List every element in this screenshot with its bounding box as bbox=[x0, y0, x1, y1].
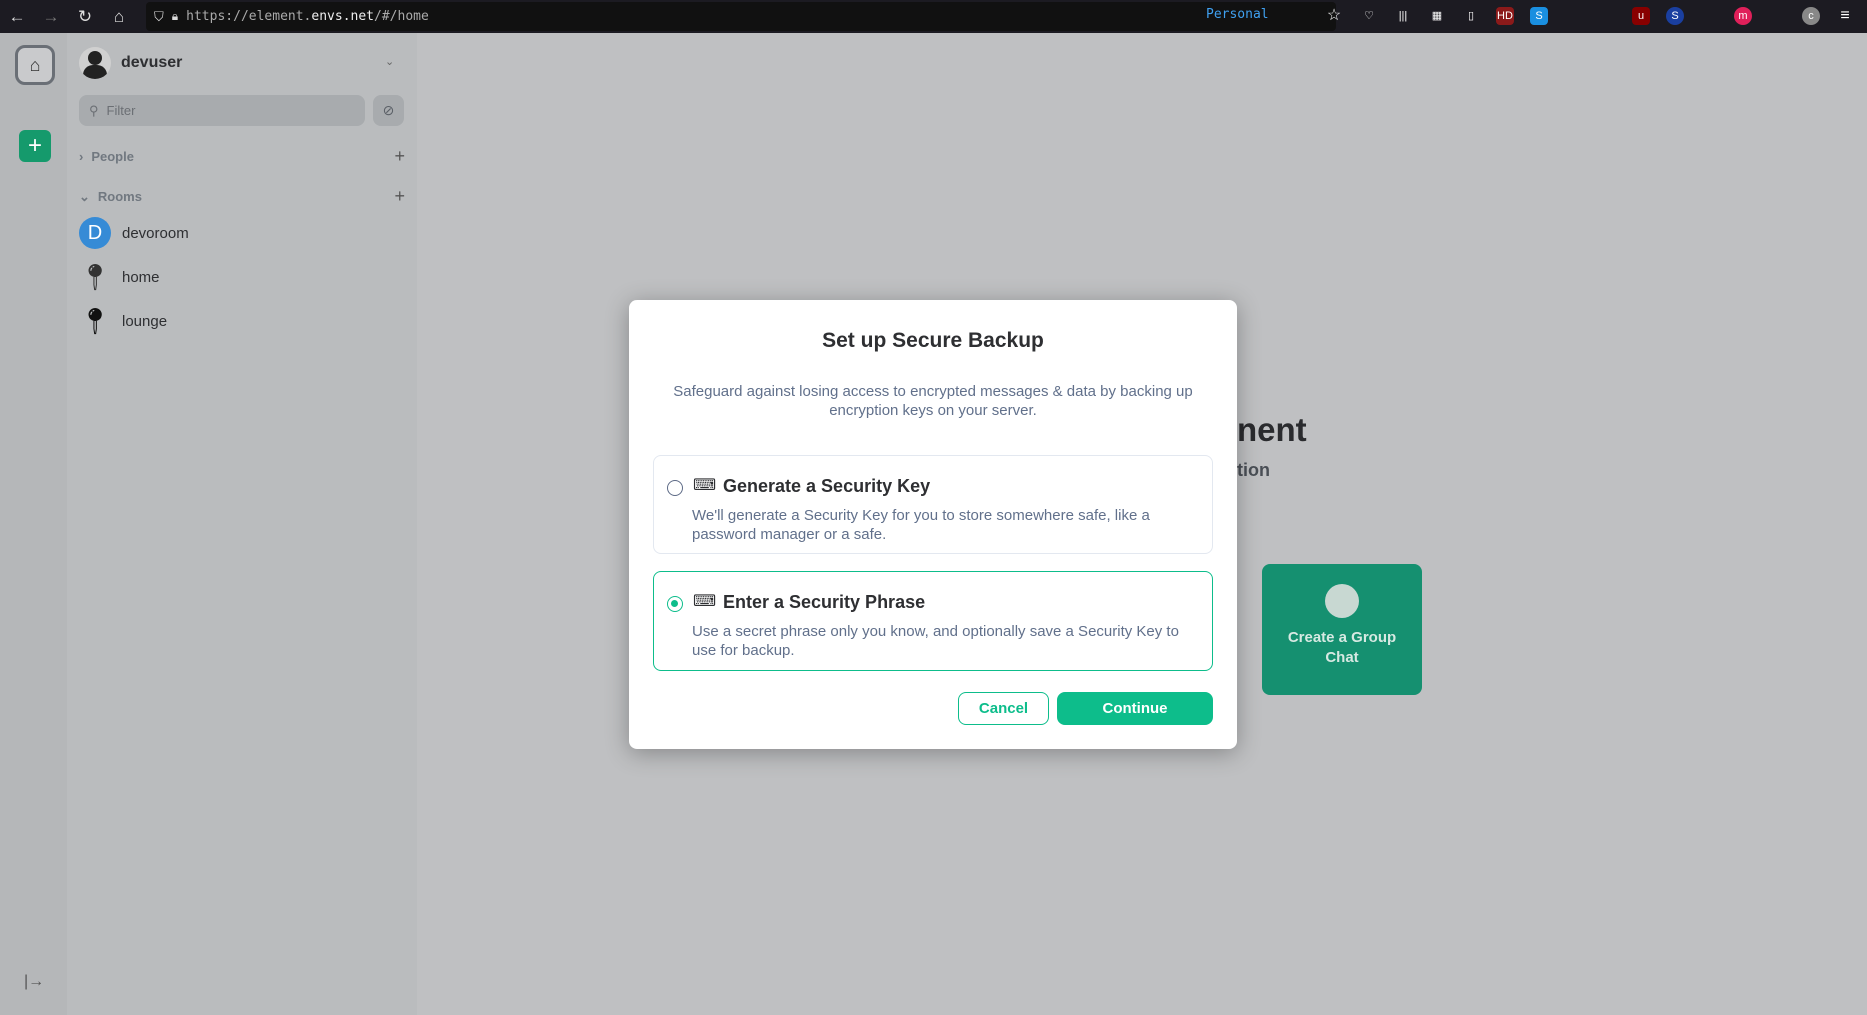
dialog-description: Safeguard against losing access to encry… bbox=[673, 383, 1193, 419]
hd-extension-icon[interactable]: HD bbox=[1496, 7, 1514, 25]
filter-placeholder: Filter bbox=[106, 103, 136, 118]
option-title: Generate a Security Key bbox=[723, 476, 931, 496]
room-name: lounge bbox=[122, 312, 168, 330]
room-avatar: D bbox=[79, 217, 111, 249]
user-name: devuser bbox=[121, 54, 183, 71]
url-bar[interactable]: ⛉ 🔒︎ https://element.envs.net/#/home bbox=[146, 2, 1336, 31]
rooms-section[interactable]: ⌄ Rooms + bbox=[79, 186, 405, 207]
option-security-phrase[interactable]: ⌨ Enter a Security Phrase Use a secret p… bbox=[653, 571, 1213, 671]
secure-backup-dialog: Set up Secure Backup Safeguard against l… bbox=[629, 300, 1237, 749]
account-icon[interactable]: c bbox=[1802, 7, 1820, 25]
s2-extension-icon[interactable]: S bbox=[1666, 7, 1684, 25]
filter-input[interactable]: ⚲ Filter bbox=[79, 95, 365, 126]
url-prefix: https://element. bbox=[186, 9, 312, 24]
group-icon bbox=[1325, 584, 1359, 618]
lock-icon[interactable]: 🔒︎ bbox=[172, 9, 178, 24]
ublock-icon[interactable]: u bbox=[1632, 7, 1650, 25]
people-section[interactable]: › People + bbox=[79, 146, 405, 167]
room-list-panel: devuser ⌄ ⚲ Filter ⊘ › People + ⌄ Rooms … bbox=[67, 33, 417, 1015]
home-space-button[interactable]: ⌂ bbox=[15, 45, 55, 85]
home-icon[interactable]: ⌂ bbox=[102, 7, 136, 27]
map-pin-icon: 📍︎ bbox=[78, 305, 112, 336]
pocket-icon[interactable]: ♡ bbox=[1360, 7, 1378, 25]
url-text[interactable]: https://element.envs.net/#/home bbox=[186, 9, 429, 24]
user-menu[interactable]: devuser bbox=[79, 47, 182, 79]
search-icon: ⚲ bbox=[89, 102, 99, 118]
welcome-subtitle: tion bbox=[1237, 460, 1270, 480]
option-description: We'll generate a Security Key for you to… bbox=[692, 507, 1150, 543]
forward-icon[interactable]: → bbox=[34, 7, 68, 27]
room-name: home bbox=[122, 268, 160, 286]
radio-security-phrase[interactable] bbox=[667, 596, 683, 612]
add-room-button[interactable]: + bbox=[394, 186, 405, 207]
avatar bbox=[79, 47, 111, 79]
space-rail: ⌂ + |→ bbox=[0, 33, 67, 1015]
map-pin-icon: 📍︎ bbox=[78, 261, 112, 292]
welcome-heading: nent bbox=[1237, 411, 1307, 448]
menu-icon[interactable]: ≡ bbox=[1836, 7, 1854, 25]
create-group-chat-button[interactable]: Create a Group Chat bbox=[1262, 564, 1422, 695]
chevron-right-icon: › bbox=[79, 149, 84, 164]
s-extension-icon[interactable]: S bbox=[1530, 7, 1548, 25]
option-generate-key[interactable]: ⌨ Generate a Security Key We'll generate… bbox=[653, 455, 1213, 554]
explore-rooms-button[interactable]: ⊘ bbox=[373, 95, 404, 126]
sidebar-icon[interactable]: ▯ bbox=[1462, 7, 1480, 25]
url-path: /#/home bbox=[374, 9, 429, 24]
chevron-down-icon: ⌄ bbox=[79, 188, 90, 204]
key-icon: ⌨ bbox=[693, 477, 717, 494]
section-label: Rooms bbox=[97, 189, 142, 204]
add-people-button[interactable]: + bbox=[394, 146, 405, 167]
browser-toolbar: ← → ↻ ⌂ ⛉ 🔒︎ https://element.envs.net/#/… bbox=[0, 0, 1867, 33]
room-item-devoroom[interactable]: D devoroom bbox=[79, 217, 189, 249]
shield-icon[interactable]: ⛉ bbox=[154, 9, 164, 25]
phrase-icon: ⌨ bbox=[693, 593, 717, 610]
extension-icon[interactable]: ▦ bbox=[1428, 7, 1446, 25]
compass-icon: ⊘ bbox=[382, 102, 395, 118]
home-icon: ⌂ bbox=[29, 54, 41, 75]
room-item-home[interactable]: 📍︎ home bbox=[79, 261, 160, 293]
chevron-down-icon[interactable]: ⌄ bbox=[385, 55, 394, 68]
tile-label: Create a Group Chat bbox=[1287, 629, 1397, 666]
room-item-lounge[interactable]: 📍︎ lounge bbox=[78, 305, 168, 337]
reload-icon[interactable]: ↻ bbox=[68, 7, 102, 27]
option-description: Use a secret phrase only you know, and o… bbox=[692, 623, 1179, 659]
back-icon[interactable]: ← bbox=[0, 7, 34, 27]
room-name: devoroom bbox=[122, 224, 189, 242]
cancel-button[interactable]: Cancel bbox=[958, 692, 1049, 725]
m-extension-icon[interactable]: m bbox=[1734, 7, 1752, 25]
container-label[interactable]: Personal bbox=[1206, 7, 1269, 22]
bookmark-star-icon[interactable]: ☆ bbox=[1325, 7, 1343, 25]
url-host: envs.net bbox=[311, 9, 375, 24]
expand-sidebar-icon[interactable]: |→ bbox=[24, 973, 44, 991]
section-label: People bbox=[91, 149, 134, 164]
dialog-title: Set up Secure Backup bbox=[822, 329, 1044, 352]
create-space-button[interactable]: + bbox=[19, 130, 51, 162]
continue-button[interactable]: Continue bbox=[1057, 692, 1213, 725]
radio-generate-key[interactable] bbox=[667, 480, 683, 496]
option-title: Enter a Security Phrase bbox=[723, 592, 926, 612]
library-icon[interactable]: ||| bbox=[1394, 7, 1412, 25]
